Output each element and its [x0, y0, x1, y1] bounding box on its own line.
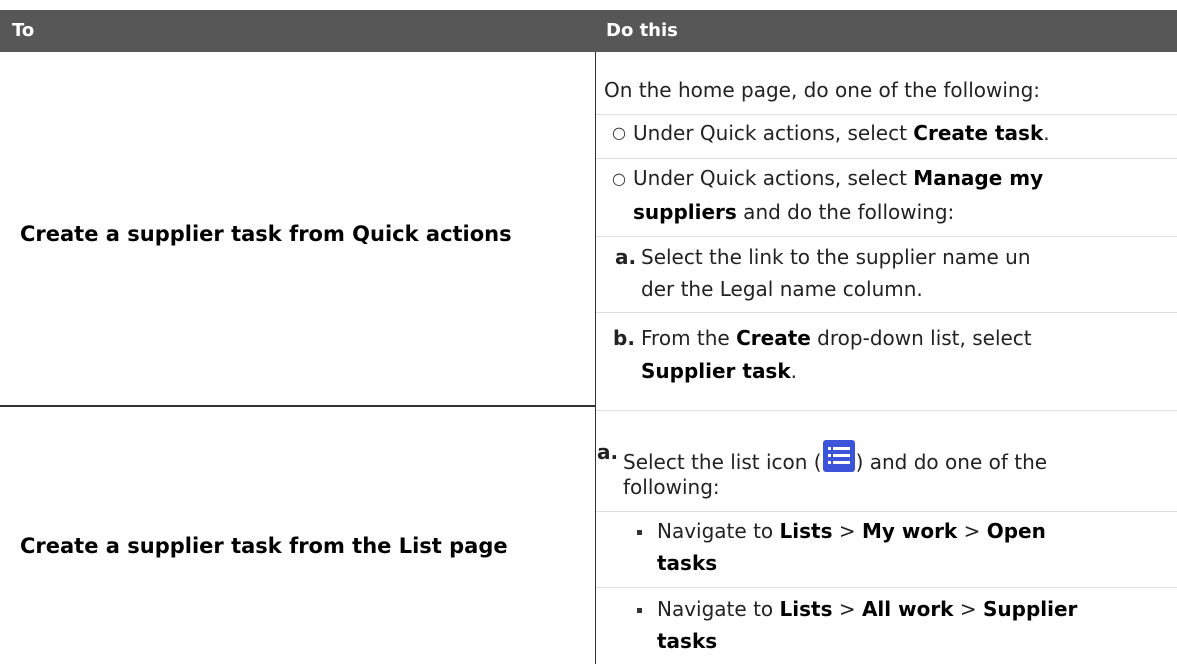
bold-segment: Create — [736, 326, 811, 350]
text-segment: ) and do one of the — [855, 450, 1048, 474]
text-segment: Select the list icon ( — [623, 450, 822, 474]
row-label: Create a supplier task from the List pag… — [20, 534, 508, 558]
text-segment: From the — [641, 326, 737, 350]
task-table: To Do this Create a supplier task from Q… — [0, 0, 1177, 664]
row-divider — [596, 114, 1177, 115]
bold-segment: Supplier — [982, 597, 1078, 621]
bold-segment: suppliers — [633, 200, 737, 224]
list-icon — [822, 440, 855, 472]
header-do-this: Do this — [606, 20, 678, 41]
bold-segment: Open — [986, 519, 1046, 543]
header-to: To — [12, 20, 35, 41]
bold-segment: Lists — [779, 519, 833, 543]
text-segment: . — [1043, 121, 1050, 145]
step-text: following: — [623, 475, 720, 499]
row-divider — [596, 511, 1177, 512]
text-segment: > — [832, 597, 862, 621]
row-divider — [596, 158, 1177, 159]
list-item-text: suppliers and do the following: — [633, 200, 954, 224]
bold-segment: My work — [861, 519, 958, 543]
row-divider — [596, 236, 1177, 237]
list-item-text: Under Quick actions, select Manage my — [633, 166, 1043, 190]
text-segment: > — [832, 519, 862, 543]
row-label: Create a supplier task from Quick action… — [20, 222, 512, 246]
list-item-text: tasks — [657, 629, 717, 653]
list-item-text: Navigate to Lists > All work > Supplier — [657, 597, 1077, 621]
text-segment: Navigate to — [657, 519, 780, 543]
bold-segment: tasks — [657, 551, 718, 575]
list-item-text: tasks — [657, 551, 717, 575]
bold-segment: Manage my — [913, 166, 1044, 190]
list-item-text: Navigate to Lists > My work > Open — [657, 519, 1046, 543]
text-segment: > — [957, 519, 987, 543]
row-divider — [596, 587, 1177, 588]
row-separator — [596, 410, 1177, 411]
step-text: From the Create drop-down list, select — [641, 326, 1032, 350]
step-text: Select the list icon ( ) and do one of th… — [623, 440, 1047, 474]
bold-segment: Create task — [913, 121, 1044, 145]
bold-segment: Lists — [779, 597, 833, 621]
table-header: To Do this — [0, 10, 1177, 52]
circle-bullet-icon: ○ — [612, 123, 626, 142]
step-text: der the Legal name column. — [641, 277, 923, 301]
step-text: Select the link to the supplier name un — [641, 245, 1031, 269]
square-bullet-icon — [637, 530, 642, 535]
column-divider — [595, 52, 596, 664]
text-segment: Under Quick actions, select — [633, 166, 914, 190]
step-marker: a. — [597, 440, 619, 464]
text-segment: > — [953, 597, 983, 621]
row-divider — [596, 312, 1177, 313]
list-item-text: Under Quick actions, select Create task. — [633, 121, 1050, 145]
bold-segment: All work — [861, 597, 954, 621]
step-marker: b. — [613, 326, 635, 350]
text-segment: drop-down list, select — [810, 326, 1032, 350]
row-intro: On the home page, do one of the followin… — [604, 78, 1041, 102]
text-segment: Navigate to — [657, 597, 780, 621]
text-segment: . — [790, 359, 797, 383]
bold-segment: Supplier task — [641, 359, 791, 383]
step-text: Supplier task. — [641, 359, 797, 383]
text-segment: and do the following: — [736, 200, 955, 224]
row-separator — [0, 405, 596, 407]
square-bullet-icon — [637, 608, 642, 613]
text-segment: Under Quick actions, select — [633, 121, 914, 145]
step-marker: a. — [615, 245, 637, 269]
circle-bullet-icon: ○ — [612, 169, 626, 188]
bold-segment: tasks — [657, 629, 718, 653]
